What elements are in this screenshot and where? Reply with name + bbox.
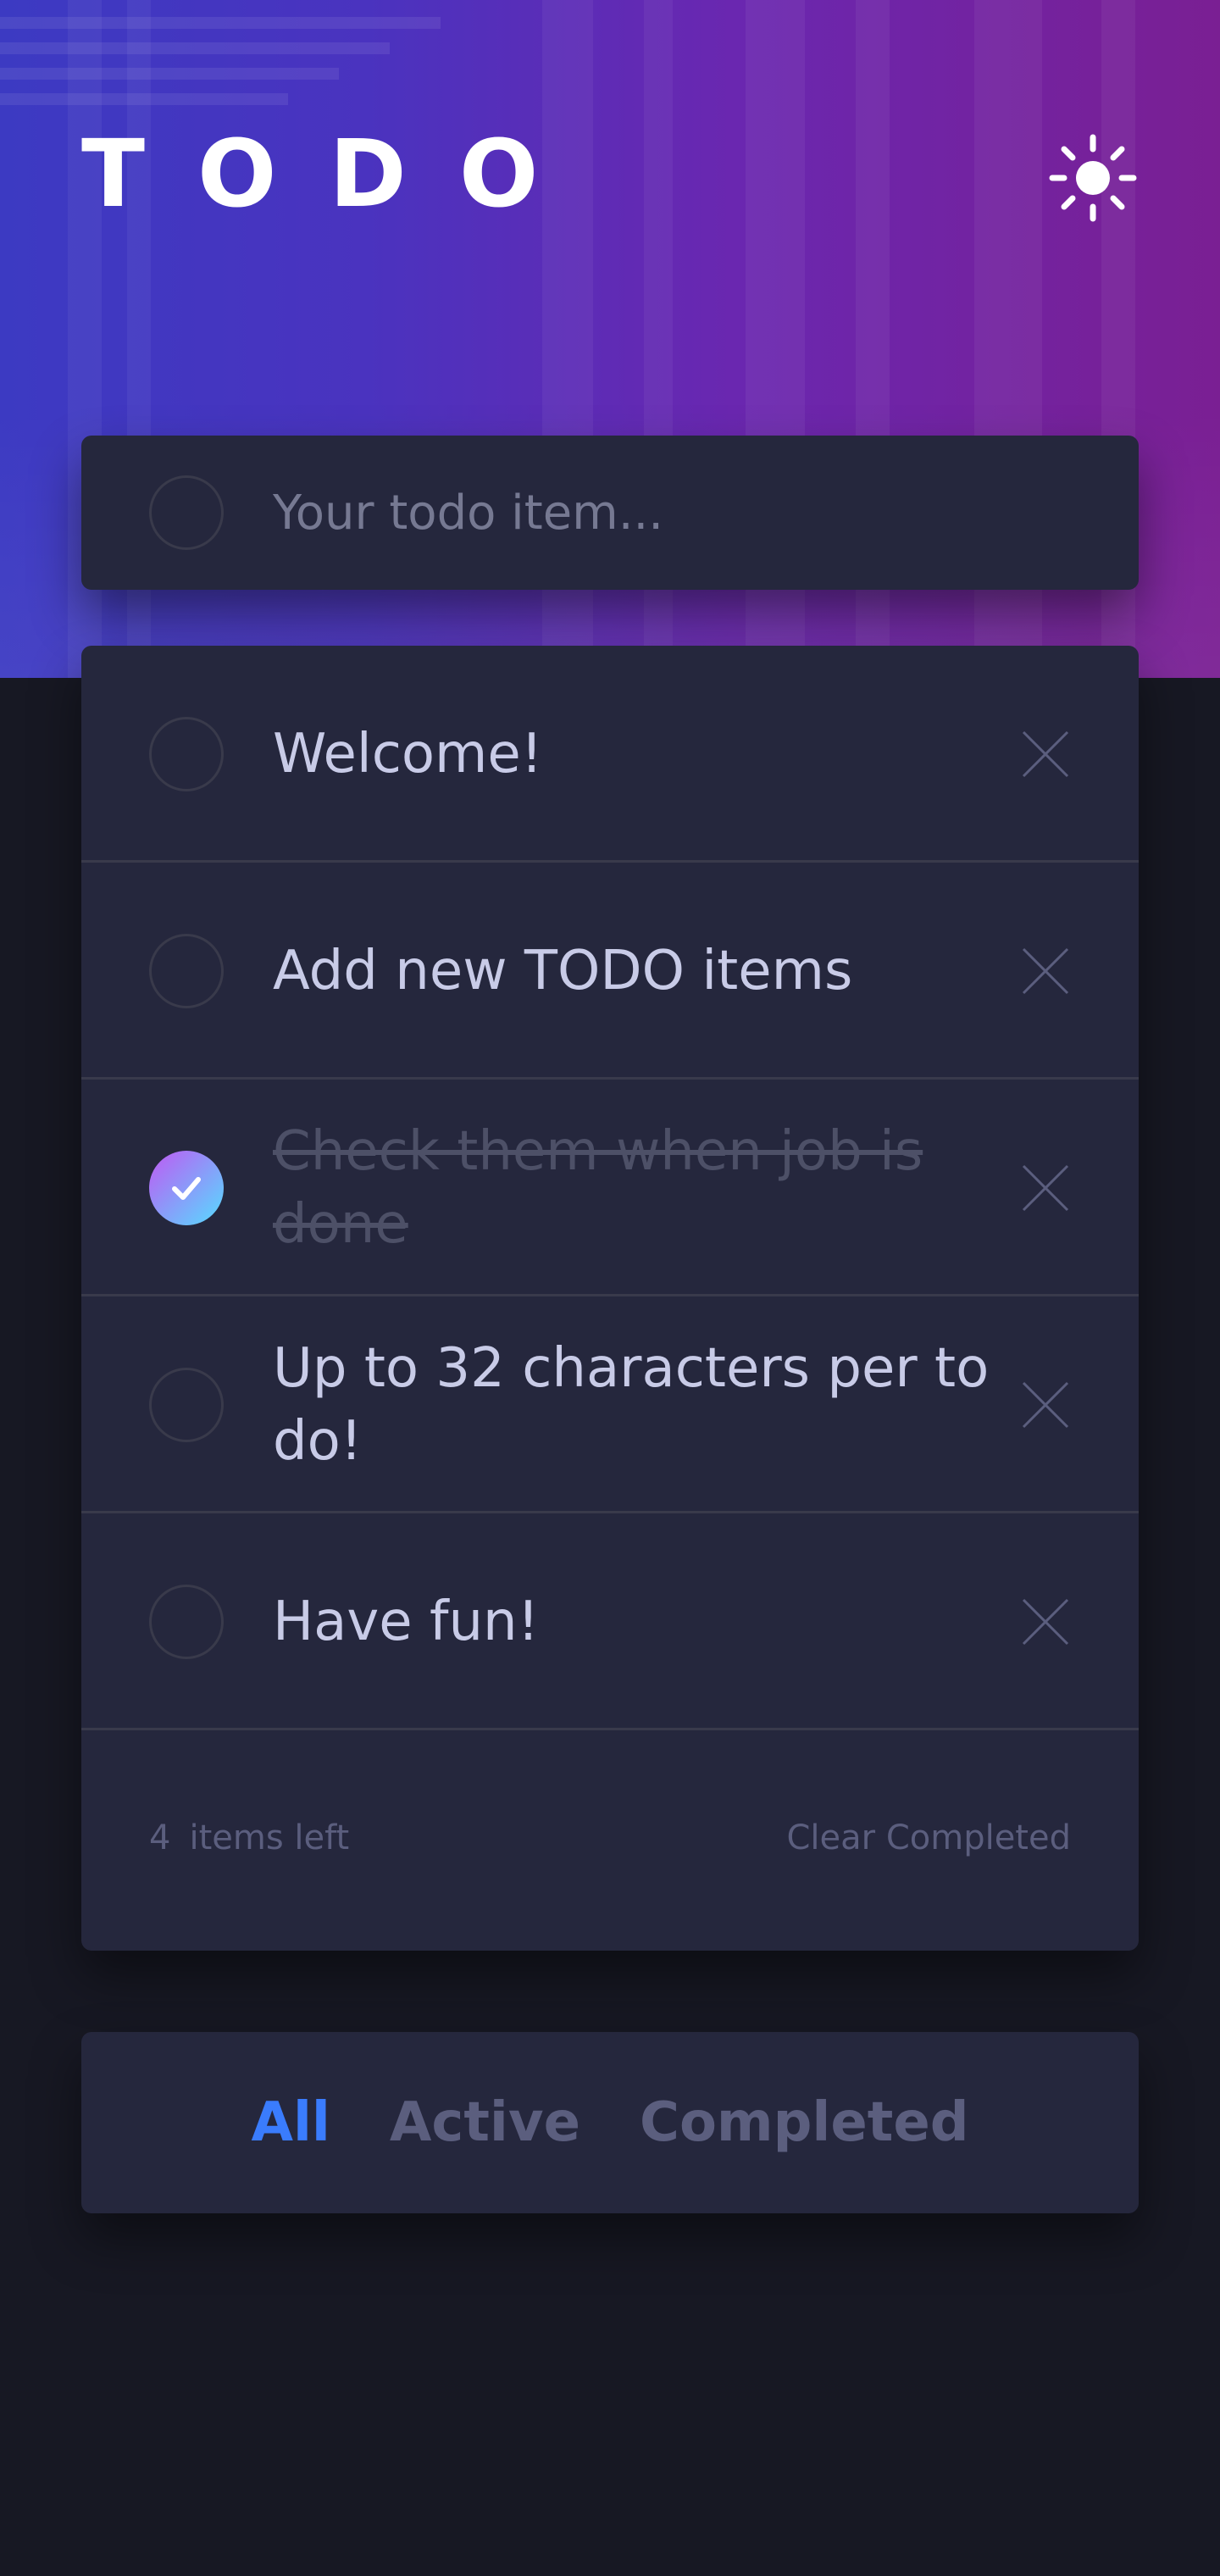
todo-list: Welcome! Add new TODO items Check them w… — [81, 646, 1139, 1951]
delete-button[interactable] — [1020, 729, 1071, 780]
todo-text[interactable]: Welcome! — [273, 646, 1018, 863]
sun-icon — [1049, 134, 1137, 222]
todo-text[interactable]: Check them when job is done — [273, 1080, 1018, 1296]
todo-text[interactable]: Add new TODO items — [273, 863, 1018, 1080]
new-todo-card — [81, 436, 1139, 590]
items-left-count: 4 — [149, 1818, 171, 1857]
app-title: TODO — [81, 119, 591, 228]
filter-all[interactable]: All — [251, 2091, 330, 2154]
todo-item: Up to 32 characters per to do! — [81, 1296, 1139, 1513]
delete-button[interactable] — [1020, 1596, 1071, 1647]
close-icon — [1022, 1598, 1069, 1646]
todo-item: Have fun! — [81, 1513, 1139, 1730]
filter-active[interactable]: Active — [390, 2091, 580, 2154]
delete-button[interactable] — [1020, 1380, 1071, 1430]
check-icon — [172, 1177, 201, 1200]
theme-toggle-button[interactable] — [1047, 132, 1139, 224]
todo-item: Add new TODO items — [81, 863, 1139, 1080]
todo-checkbox[interactable] — [149, 717, 224, 791]
filter-bar: All Active Completed — [81, 2032, 1139, 2213]
delete-button[interactable] — [1020, 1163, 1071, 1213]
delete-button[interactable] — [1020, 946, 1071, 997]
clear-completed-button[interactable]: Clear Completed — [787, 1818, 1072, 1857]
todo-text[interactable]: Have fun! — [273, 1513, 1018, 1730]
filter-completed[interactable]: Completed — [640, 2091, 969, 2154]
items-left-counter: 4 items left — [149, 1818, 349, 1857]
todo-item-completed: Check them when job is done — [81, 1080, 1139, 1296]
new-todo-checkbox[interactable] — [149, 475, 224, 550]
close-icon — [1022, 1164, 1069, 1212]
list-footer: 4 items left Clear Completed — [81, 1730, 1139, 1951]
todo-checkbox[interactable] — [149, 934, 224, 1008]
todo-item: Welcome! — [81, 646, 1139, 863]
todo-text[interactable]: Up to 32 characters per to do! — [273, 1296, 1018, 1513]
close-icon — [1022, 1381, 1069, 1429]
close-icon — [1022, 730, 1069, 778]
items-left-label: items left — [189, 1818, 350, 1857]
close-icon — [1022, 947, 1069, 995]
todo-checkbox[interactable] — [149, 1585, 224, 1659]
todo-checkbox[interactable] — [149, 1368, 224, 1442]
todo-checkbox-checked[interactable] — [149, 1151, 224, 1225]
new-todo-input[interactable] — [273, 466, 1069, 559]
